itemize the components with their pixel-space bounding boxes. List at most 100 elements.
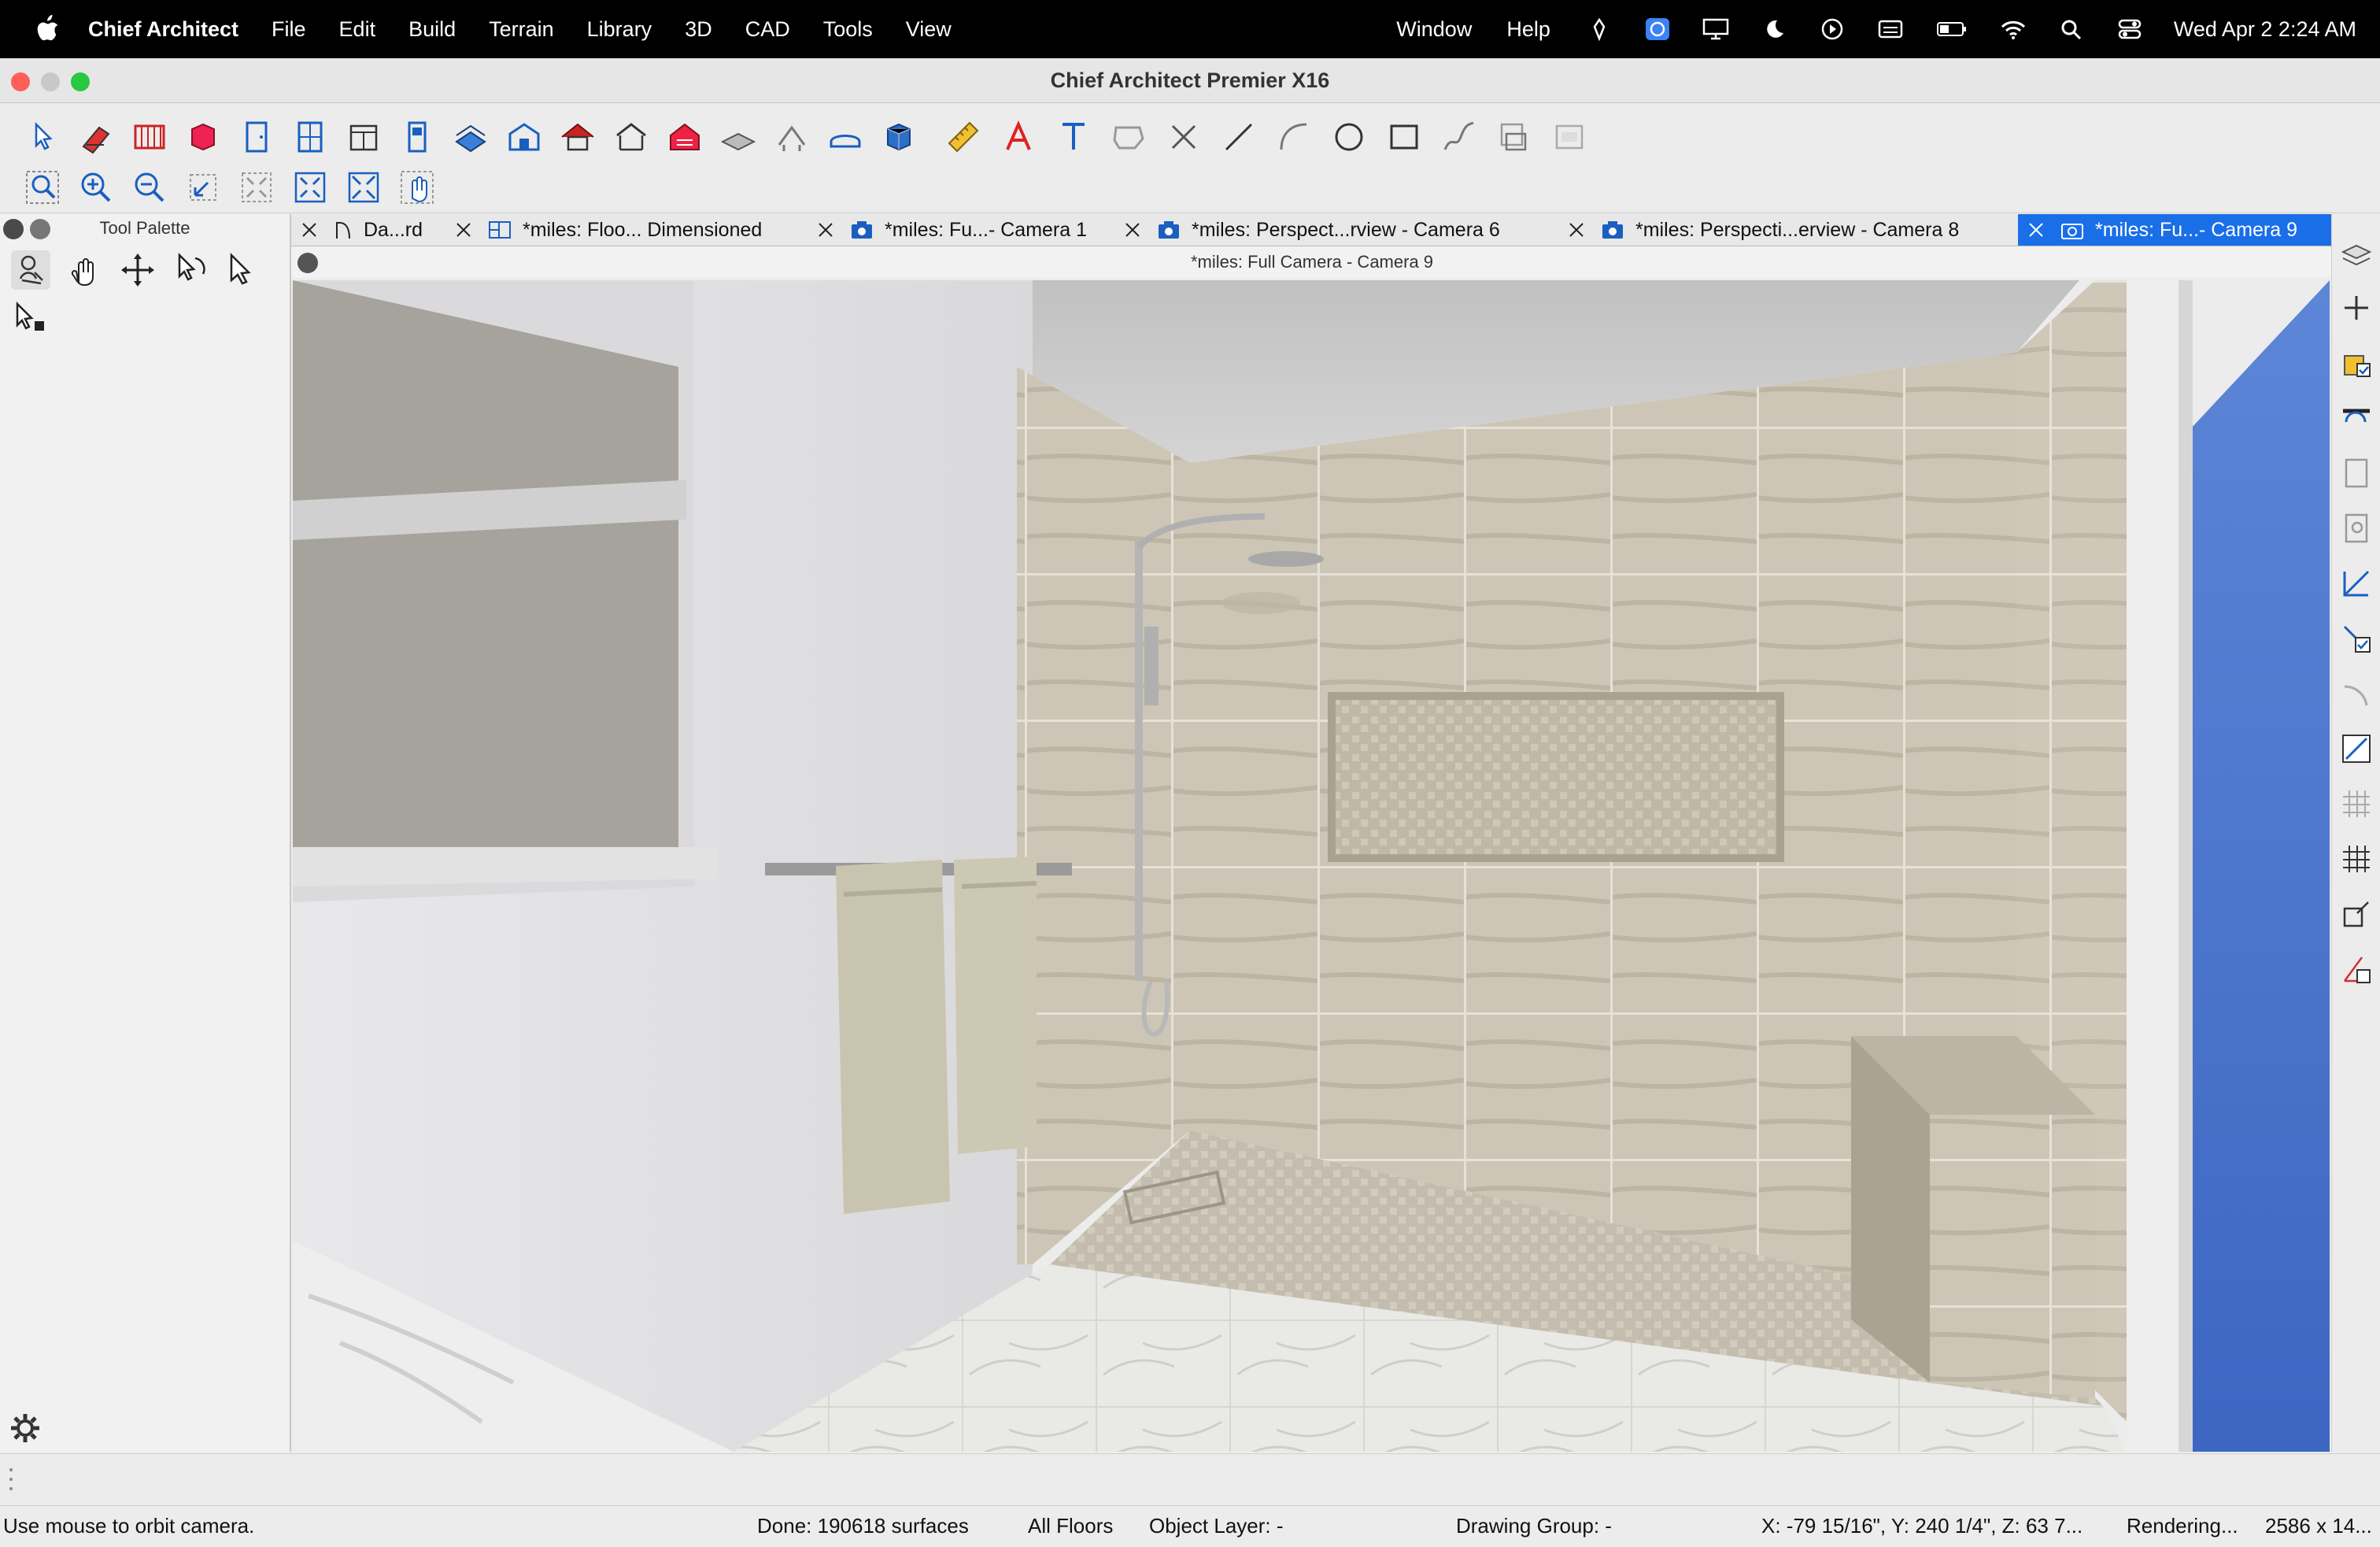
- gazebo-icon[interactable]: [612, 118, 650, 156]
- search-icon[interactable]: [2057, 17, 2086, 41]
- building-icon[interactable]: [505, 118, 543, 156]
- window-tools-icon[interactable]: [291, 118, 329, 156]
- cad-block-icon[interactable]: [1550, 118, 1588, 156]
- add-icon[interactable]: [2338, 290, 2374, 326]
- tab-camera-1[interactable]: *miles: Fu...- Camera 1: [817, 214, 1087, 246]
- text-style-icon[interactable]: [1000, 118, 1037, 156]
- delete-tool-icon[interactable]: [1165, 118, 1203, 156]
- menu-view[interactable]: View: [906, 17, 952, 42]
- menu-file[interactable]: File: [272, 17, 306, 42]
- electrical-icon[interactable]: [398, 118, 436, 156]
- close-palette-button[interactable]: [3, 219, 24, 239]
- pan-window-icon[interactable]: [398, 168, 436, 206]
- select-rotate-icon[interactable]: [172, 250, 211, 290]
- detach-palette-button[interactable]: [30, 219, 50, 239]
- play-icon[interactable]: [1818, 17, 1846, 41]
- undo-zoom-icon[interactable]: [184, 168, 222, 206]
- layers-icon[interactable]: [2338, 235, 2374, 271]
- spline-tool-icon[interactable]: [1440, 118, 1478, 156]
- circle-tool-icon[interactable]: [1330, 118, 1368, 156]
- zoom-in-icon[interactable]: [77, 168, 115, 206]
- battery-icon[interactable]: [1935, 17, 1969, 41]
- keyboard-icon[interactable]: [1876, 17, 1905, 41]
- tab-layout[interactable]: Da...rd: [301, 214, 423, 246]
- close-tab-icon[interactable]: [2027, 221, 2045, 239]
- menu-app-name[interactable]: Chief Architect: [88, 17, 238, 42]
- arc-tool-icon[interactable]: [1275, 118, 1313, 156]
- gear-icon[interactable]: [8, 1411, 42, 1445]
- display-options-check-icon[interactable]: [2338, 620, 2374, 657]
- callout-icon[interactable]: [1110, 118, 1148, 156]
- close-view-button[interactable]: [298, 253, 318, 273]
- close-window-button[interactable]: [11, 72, 30, 91]
- house-red-icon[interactable]: [666, 118, 704, 156]
- document-search-icon[interactable]: [2338, 510, 2374, 546]
- zoom-out-icon[interactable]: [131, 168, 168, 206]
- pen-icon[interactable]: [1585, 17, 1613, 41]
- clock[interactable]: Wed Apr 2 2:24 AM: [2174, 17, 2356, 42]
- cabinet-icon[interactable]: [184, 118, 222, 156]
- reference-display-icon[interactable]: [2338, 951, 2374, 987]
- roof-icon[interactable]: [559, 118, 597, 156]
- tab-camera-6[interactable]: *miles: Perspect...rview - Camera 6: [1124, 214, 1500, 246]
- camera-viewport[interactable]: [293, 280, 2330, 1452]
- arc-snap-icon[interactable]: [2338, 675, 2374, 712]
- rectangle-tool-icon[interactable]: [1385, 118, 1423, 156]
- apple-menu-icon[interactable]: [35, 15, 60, 43]
- fill-window-all-icon[interactable]: [345, 168, 382, 206]
- display-icon[interactable]: [1702, 17, 1730, 41]
- grid-snap-icon[interactable]: [2338, 786, 2374, 822]
- select-arrow-icon[interactable]: [225, 250, 264, 290]
- hand-pan-icon[interactable]: [65, 250, 104, 290]
- menu-help[interactable]: Help: [1506, 17, 1550, 42]
- rendered-bathroom-scene[interactable]: [293, 280, 2330, 1452]
- fill-window-building-icon[interactable]: [291, 168, 329, 206]
- wifi-icon[interactable]: [1999, 17, 2027, 41]
- zoom-window-icon[interactable]: [24, 168, 61, 206]
- page-icon[interactable]: [2338, 455, 2374, 491]
- space-planning-icon[interactable]: [826, 118, 864, 156]
- move-camera-icon[interactable]: [118, 250, 157, 290]
- menu-build[interactable]: Build: [408, 17, 456, 42]
- cabinet-tools-icon[interactable]: [345, 118, 382, 156]
- railing-icon[interactable]: [131, 118, 168, 156]
- stairs-icon[interactable]: [452, 118, 490, 156]
- refresh-view-icon[interactable]: [2338, 400, 2374, 436]
- zoom-window-button[interactable]: [71, 72, 90, 91]
- compass-icon[interactable]: [1643, 17, 1672, 41]
- wall-tools-icon[interactable]: [77, 118, 115, 156]
- angle-snap-icon[interactable]: [2338, 731, 2374, 767]
- line-tool-icon[interactable]: [1220, 118, 1258, 156]
- select-objects-tool-icon[interactable]: [11, 299, 50, 339]
- building-check-icon[interactable]: [2338, 345, 2374, 381]
- close-tab-icon[interactable]: [455, 221, 472, 239]
- menu-library[interactable]: Library: [587, 17, 652, 42]
- orbit-camera-icon[interactable]: [11, 250, 50, 290]
- minimize-window-button[interactable]: [41, 72, 60, 91]
- framing-icon[interactable]: [773, 118, 811, 156]
- terrain-icon[interactable]: [719, 118, 757, 156]
- tab-camera-8[interactable]: *miles: Perspecti...erview - Camera 8: [1568, 214, 1959, 246]
- ruler-icon[interactable]: [944, 118, 982, 156]
- text-tool-icon[interactable]: [1055, 118, 1092, 156]
- object-snap-icon[interactable]: [2338, 896, 2374, 932]
- close-tab-icon[interactable]: [1568, 221, 1585, 239]
- select-objects-icon[interactable]: [24, 118, 61, 156]
- menu-tools[interactable]: Tools: [823, 17, 873, 42]
- fill-window-icon[interactable]: [238, 168, 275, 206]
- control-center-icon[interactable]: [2116, 17, 2144, 41]
- grip-icon[interactable]: [8, 1465, 14, 1493]
- grid-icon[interactable]: [2338, 841, 2374, 877]
- menu-cad[interactable]: CAD: [745, 17, 790, 42]
- tab-floor-plan[interactable]: *miles: Floo... Dimensioned: [455, 214, 762, 246]
- menu-window[interactable]: Window: [1396, 17, 1472, 42]
- tab-camera-9[interactable]: *miles: Fu...- Camera 9: [2018, 214, 2333, 246]
- menu-terrain[interactable]: Terrain: [489, 17, 554, 42]
- close-tab-icon[interactable]: [301, 221, 318, 239]
- menu-edit[interactable]: Edit: [339, 17, 376, 42]
- close-tab-icon[interactable]: [817, 221, 834, 239]
- dimension-icon[interactable]: [2338, 565, 2374, 601]
- close-tab-icon[interactable]: [1124, 221, 1141, 239]
- 3d-box-icon[interactable]: [880, 118, 918, 156]
- moon-icon[interactable]: [1760, 17, 1788, 41]
